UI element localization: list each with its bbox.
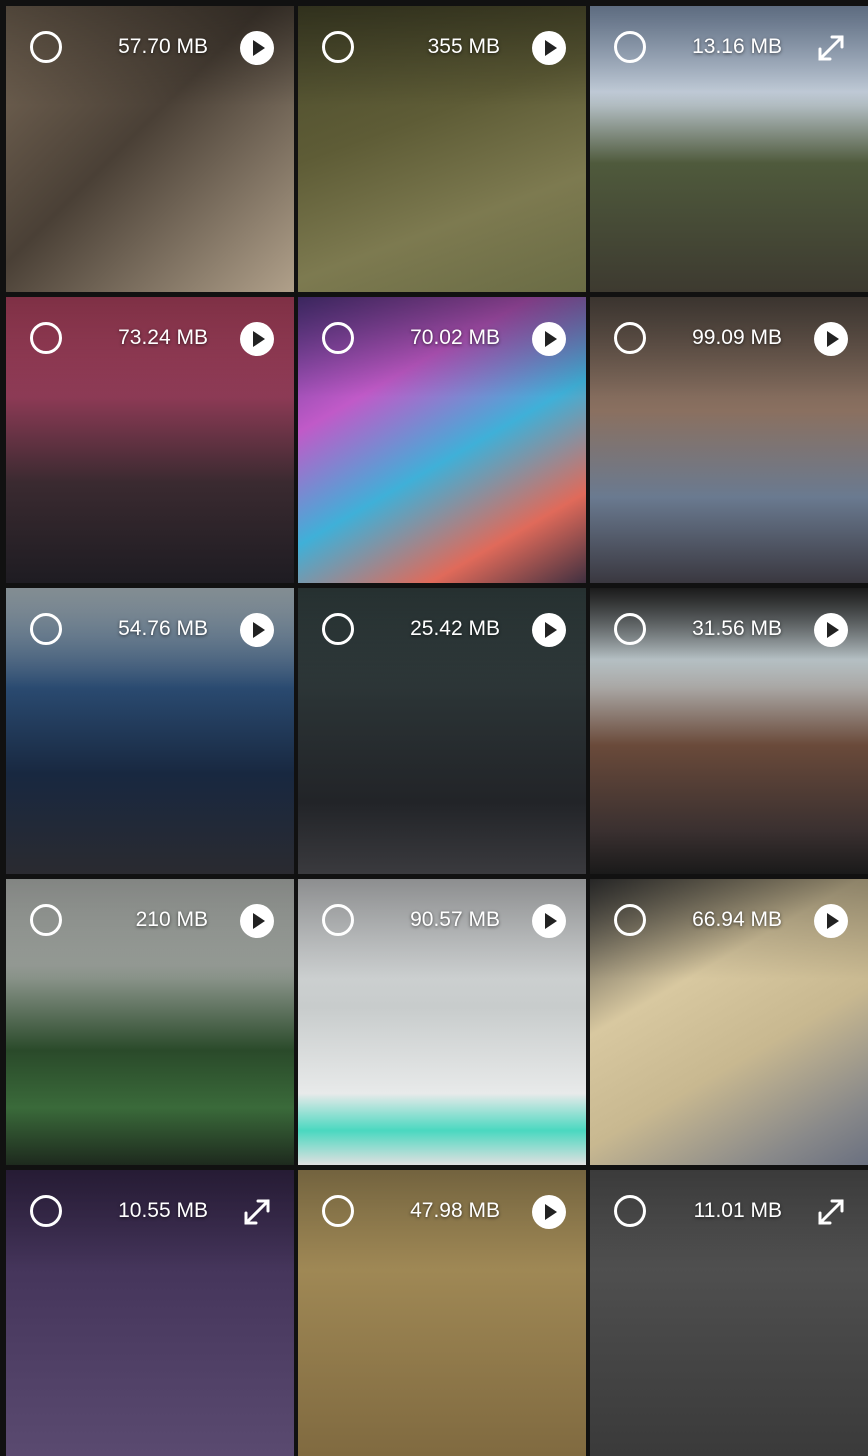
expand-icon[interactable]	[812, 29, 850, 67]
file-size-label: 10.55 MB	[118, 1199, 208, 1222]
play-icon[interactable]	[238, 320, 276, 358]
select-circle-icon[interactable]	[322, 613, 354, 645]
play-icon[interactable]	[238, 611, 276, 649]
select-circle-icon[interactable]	[30, 31, 62, 63]
media-grid: 57.70 MB 355 MB 13.16 MB 73.24 MB 70.02 MB 99…	[6, 6, 868, 1456]
file-size-label: 57.70 MB	[118, 35, 208, 58]
select-circle-icon[interactable]	[30, 613, 62, 645]
play-icon[interactable]	[530, 611, 568, 649]
select-circle-icon[interactable]	[614, 613, 646, 645]
media-tile[interactable]: 66.94 MB	[590, 879, 868, 1165]
media-tile[interactable]: 54.76 MB	[6, 588, 294, 874]
select-circle-icon[interactable]	[614, 31, 646, 63]
media-tile[interactable]: 90.57 MB	[298, 879, 586, 1165]
play-icon[interactable]	[812, 320, 850, 358]
file-size-label: 355 MB	[427, 35, 500, 58]
file-size-label: 90.57 MB	[410, 908, 500, 931]
play-icon[interactable]	[238, 29, 276, 67]
media-tile[interactable]: 25.42 MB	[298, 588, 586, 874]
media-tile[interactable]: 70.02 MB	[298, 297, 586, 583]
play-icon[interactable]	[530, 1193, 568, 1231]
file-size-label: 70.02 MB	[410, 326, 500, 349]
play-icon[interactable]	[530, 902, 568, 940]
file-size-label: 54.76 MB	[118, 617, 208, 640]
file-size-label: 11.01 MB	[693, 1199, 782, 1222]
file-size-label: 31.56 MB	[692, 617, 782, 640]
media-tile[interactable]: 11.01 MB	[590, 1170, 868, 1456]
select-circle-icon[interactable]	[614, 1195, 646, 1227]
file-size-label: 25.42 MB	[410, 617, 500, 640]
select-circle-icon[interactable]	[322, 322, 354, 354]
media-tile[interactable]: 13.16 MB	[590, 6, 868, 292]
media-tile[interactable]: 210 MB	[6, 879, 294, 1165]
select-circle-icon[interactable]	[30, 322, 62, 354]
play-icon[interactable]	[238, 902, 276, 940]
media-tile[interactable]: 31.56 MB	[590, 588, 868, 874]
select-circle-icon[interactable]	[322, 31, 354, 63]
file-size-label: 66.94 MB	[692, 908, 782, 931]
select-circle-icon[interactable]	[30, 1195, 62, 1227]
media-tile[interactable]: 355 MB	[298, 6, 586, 292]
play-icon[interactable]	[530, 320, 568, 358]
select-circle-icon[interactable]	[30, 904, 62, 936]
media-tile[interactable]: 47.98 MB	[298, 1170, 586, 1456]
file-size-label: 210 MB	[135, 908, 208, 931]
play-icon[interactable]	[812, 611, 850, 649]
select-circle-icon[interactable]	[322, 1195, 354, 1227]
media-tile[interactable]: 10.55 MB	[6, 1170, 294, 1456]
select-circle-icon[interactable]	[614, 904, 646, 936]
expand-icon[interactable]	[238, 1193, 276, 1231]
file-size-label: 13.16 MB	[692, 35, 782, 58]
select-circle-icon[interactable]	[614, 322, 646, 354]
select-circle-icon[interactable]	[322, 904, 354, 936]
expand-icon[interactable]	[812, 1193, 850, 1231]
file-size-label: 73.24 MB	[118, 326, 208, 349]
media-tile[interactable]: 57.70 MB	[6, 6, 294, 292]
file-size-label: 47.98 MB	[410, 1199, 500, 1222]
play-icon[interactable]	[530, 29, 568, 67]
file-size-label: 99.09 MB	[692, 326, 782, 349]
play-icon[interactable]	[812, 902, 850, 940]
media-tile[interactable]: 73.24 MB	[6, 297, 294, 583]
media-tile[interactable]: 99.09 MB	[590, 297, 868, 583]
